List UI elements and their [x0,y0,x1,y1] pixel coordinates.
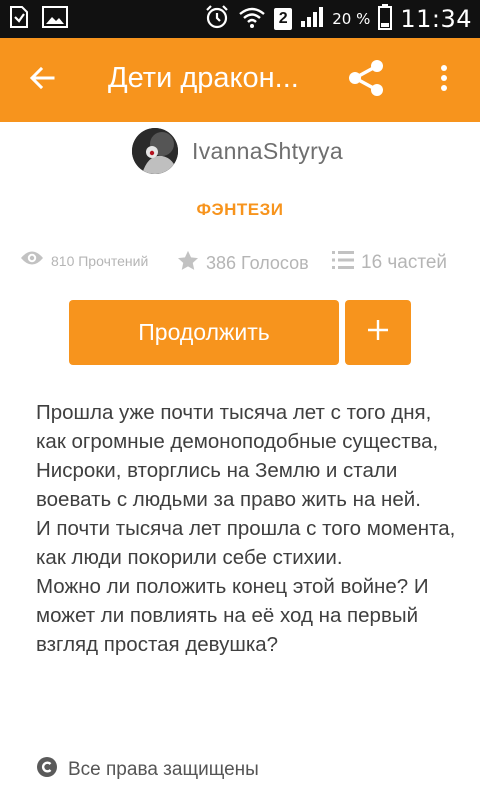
arrow-left-icon [29,66,55,95]
star-icon [177,250,199,277]
description-paragraph: Можно ли положить конец этой войне? И мо… [36,575,429,656]
story-description: Прошла уже почти тысяча лет с того дня, … [36,398,456,659]
author-link[interactable]: IvannaShtyrya [132,128,343,174]
image-notification-icon [42,5,68,33]
continue-reading-button[interactable]: Продолжить [69,300,339,365]
parts-count: 16 частей [361,251,448,273]
description-paragraph: Прошла уже почти тысяча лет с того дня, … [36,401,439,511]
description-paragraph: И почти тысяча лет прошла с того момента… [36,517,456,569]
wifi-icon [238,5,266,34]
clock: 11:34 [400,5,472,33]
share-button[interactable] [344,58,388,102]
copyright-notice: Все права защищены [36,756,259,783]
votes-count: 386 Голосов [206,253,309,273]
battery-percent: 20 % [332,10,371,28]
more-vertical-icon [440,64,448,96]
download-notification-icon [8,5,30,34]
copyright-label: Все права защищены [68,758,259,780]
author-avatar [132,128,178,174]
share-icon [347,59,385,102]
signal-strength-icon [300,6,324,33]
sim-slot-badge: 2 [274,8,293,30]
copyright-icon [36,756,58,783]
genre-link[interactable]: ФЭНТЕЗИ [0,200,480,220]
eye-icon [20,250,44,271]
story-stats: 810 Прочтений 386 Голосов 16 частей [20,250,470,278]
more-menu-button[interactable] [426,60,462,100]
add-to-library-button[interactable] [345,300,411,365]
alarm-icon [204,4,230,35]
author-name: IvannaShtyrya [192,137,343,164]
continue-reading-label: Продолжить [138,319,270,345]
back-button[interactable] [22,60,62,100]
plus-icon [367,319,389,346]
list-icon [332,250,354,275]
reads-count: 810 Прочтений [51,252,149,269]
app-bar: Дети дракон... [0,38,480,122]
status-bar: 2 20 % 11:34 [0,0,480,38]
battery-icon [378,3,393,35]
story-title: Дети дракон... [108,62,299,94]
reads-stat: 810 Прочтений [20,250,148,271]
parts-stat: 16 частей [332,250,447,275]
votes-stat: 386 Голосов [177,250,309,277]
